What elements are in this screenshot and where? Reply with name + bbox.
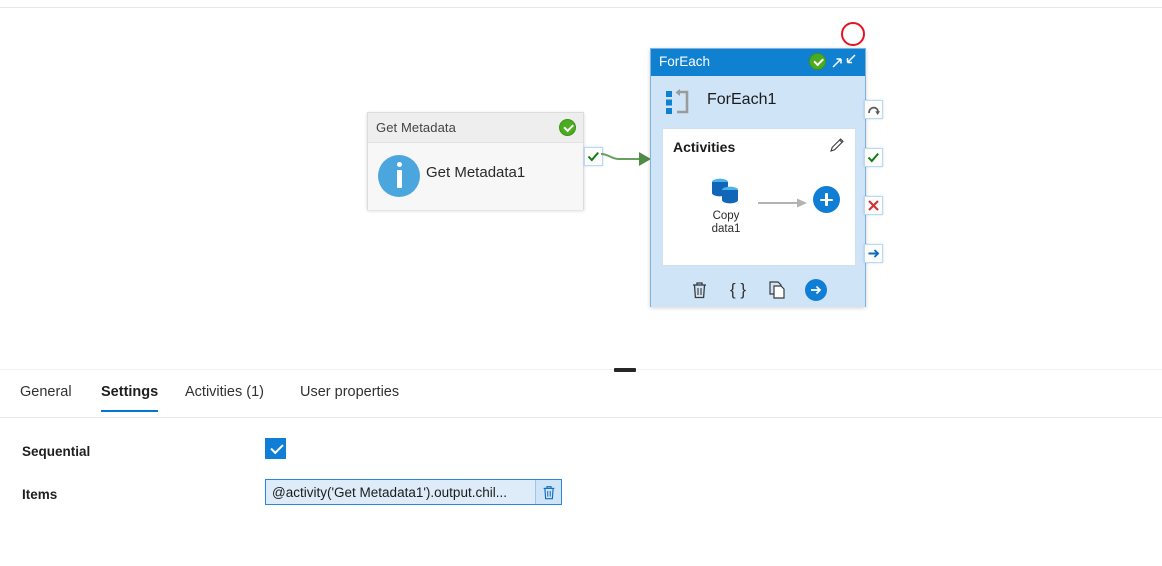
- items-input[interactable]: @activity('Get Metadata1').output.chil..…: [265, 479, 562, 505]
- handle-completion-foreach[interactable]: [864, 244, 883, 263]
- get-metadata-body: Get Metadata1: [368, 143, 583, 210]
- blue-arrow-icon: [868, 249, 880, 258]
- foreach-title-row: ForEach1: [651, 76, 865, 128]
- handle-skipped-foreach[interactable]: [864, 100, 883, 119]
- code-braces-icon[interactable]: { }: [726, 278, 750, 302]
- handle-failure-foreach[interactable]: [864, 196, 883, 215]
- foreach-header-title: ForEach: [659, 54, 711, 69]
- sequential-label: Sequential: [22, 444, 91, 459]
- inner-activity-copy-data[interactable]: Copy data1: [699, 177, 753, 236]
- info-icon: [378, 155, 420, 197]
- pane-splitter[interactable]: [0, 369, 1162, 370]
- get-metadata-activity-name: Get Metadata1: [426, 164, 526, 181]
- copy-data-database-icon: [709, 177, 743, 207]
- splitter-drag-handle[interactable]: [614, 368, 636, 372]
- green-check-badge: [559, 119, 576, 136]
- delete-icon[interactable]: [687, 278, 711, 302]
- copy-activity-label-line2: data1: [711, 223, 741, 235]
- foreach-body: ForEach1 Activities Copy data1 {}: [651, 76, 865, 307]
- green-check-icon: [867, 152, 879, 163]
- red-circle-highlight: [841, 22, 865, 46]
- properties-pane: General Settings Activities (1) User pro…: [0, 375, 1162, 566]
- foreach-loop-icon: [666, 89, 689, 114]
- pipeline-canvas[interactable]: Get Metadata Get Metadata1 ForEach ForEa…: [0, 8, 1162, 368]
- activity-card-foreach[interactable]: ForEach ForEach1 Activities Copy data1 {…: [650, 48, 866, 307]
- handle-success-foreach[interactable]: [864, 148, 883, 167]
- activities-panel-label: Activities: [673, 139, 736, 155]
- properties-tabs: General Settings Activities (1) User pro…: [0, 375, 1162, 418]
- items-input-value[interactable]: @activity('Get Metadata1').output.chil..…: [266, 485, 535, 500]
- red-x-icon: [868, 200, 879, 211]
- tab-user-properties[interactable]: User properties: [300, 384, 399, 411]
- foreach-footer-toolbar: { }: [651, 272, 865, 307]
- items-label: Items: [22, 487, 58, 502]
- curved-arrow-icon: [868, 106, 880, 115]
- pencil-icon[interactable]: [829, 136, 846, 153]
- get-metadata-header-title: Get Metadata: [376, 120, 456, 135]
- duplicate-icon[interactable]: [765, 278, 789, 302]
- expand-collapse-arrows-icon[interactable]: [829, 52, 859, 72]
- items-delete-button[interactable]: [535, 480, 561, 504]
- get-metadata-header: Get Metadata: [368, 113, 583, 143]
- run-arrow-icon[interactable]: [804, 278, 828, 302]
- tab-general[interactable]: General: [20, 384, 72, 411]
- activity-card-get-metadata[interactable]: Get Metadata Get Metadata1: [367, 112, 584, 210]
- pipeline-editor: Get Metadata Get Metadata1 ForEach ForEa…: [0, 0, 1162, 566]
- add-activity-button[interactable]: [813, 186, 840, 213]
- flow-arrow-icon: [758, 198, 807, 208]
- trash-icon: [543, 485, 554, 499]
- foreach-activities-panel[interactable]: Activities Copy data1: [662, 128, 856, 266]
- sequential-checkbox[interactable]: [265, 438, 286, 459]
- tab-settings[interactable]: Settings: [101, 384, 159, 412]
- tab-activities[interactable]: Activities (1): [185, 384, 264, 411]
- foreach-activity-name: ForEach1: [707, 91, 777, 108]
- green-check-badge: [809, 53, 826, 70]
- green-check-icon: [587, 151, 599, 162]
- foreach-header: ForEach: [651, 49, 865, 76]
- copy-activity-label-line1: Copy: [712, 210, 740, 222]
- success-connector-arrow: [601, 152, 651, 166]
